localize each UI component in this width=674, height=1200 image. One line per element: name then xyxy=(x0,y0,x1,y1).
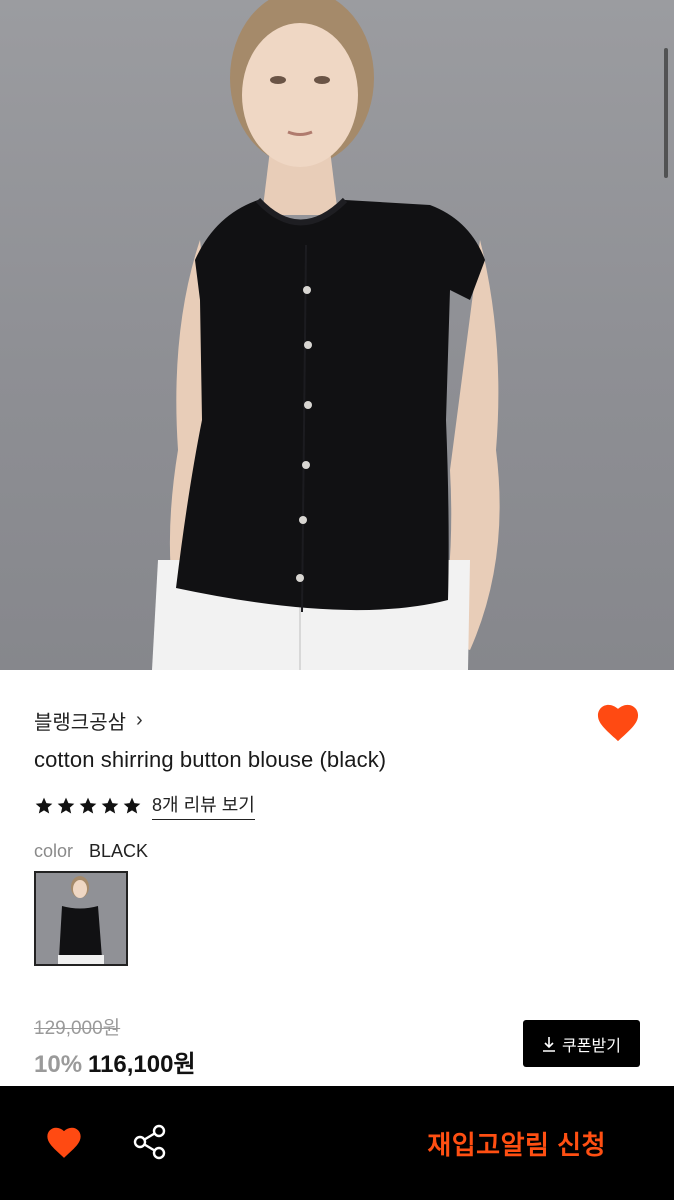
heart-icon[interactable] xyxy=(595,701,641,743)
share-icon[interactable] xyxy=(132,1124,168,1160)
product-info: 블랭크공삼 › cotton shirring button blouse (b… xyxy=(0,670,674,1086)
heart-icon[interactable] xyxy=(45,1124,83,1160)
scrollbar[interactable] xyxy=(664,48,668,178)
color-swatch-black[interactable] xyxy=(34,871,128,966)
discount-rate: 10% xyxy=(34,1051,83,1078)
star-icon xyxy=(79,797,97,813)
bottom-action-bar: 재입고알림 신청 xyxy=(0,1086,674,1200)
swatch-thumbnail xyxy=(36,873,126,964)
color-value: BLACK xyxy=(89,841,149,861)
star-icon xyxy=(35,797,53,813)
restock-alert-button[interactable]: 재입고알림 신청 xyxy=(427,1125,606,1162)
sale-price: 116,100원 xyxy=(88,1051,196,1078)
star-icon xyxy=(101,797,119,813)
color-label: color xyxy=(34,841,74,861)
star-icon xyxy=(123,797,141,813)
model-photo xyxy=(152,0,500,670)
star-rating xyxy=(34,796,142,816)
star-icon xyxy=(57,797,75,813)
brand-name: 블랭크공삼 xyxy=(34,712,126,734)
brand-link[interactable]: 블랭크공삼 › xyxy=(34,706,143,735)
color-row: color BLACK xyxy=(34,841,148,862)
rating-row: 8개 리뷰 보기 xyxy=(34,791,255,820)
coupon-label: 쿠폰받기 xyxy=(562,1037,621,1055)
chevron-right-icon: › xyxy=(136,709,143,731)
original-price: 129,000원 xyxy=(34,1018,121,1039)
download-icon xyxy=(543,1036,556,1052)
review-link[interactable]: 8개 리뷰 보기 xyxy=(152,791,255,820)
price-row: 10% 116,100원 xyxy=(34,1044,196,1079)
product-image[interactable] xyxy=(0,0,674,670)
coupon-button[interactable]: 쿠폰받기 xyxy=(523,1020,640,1067)
product-title: cotton shirring button blouse (black) xyxy=(34,747,387,772)
